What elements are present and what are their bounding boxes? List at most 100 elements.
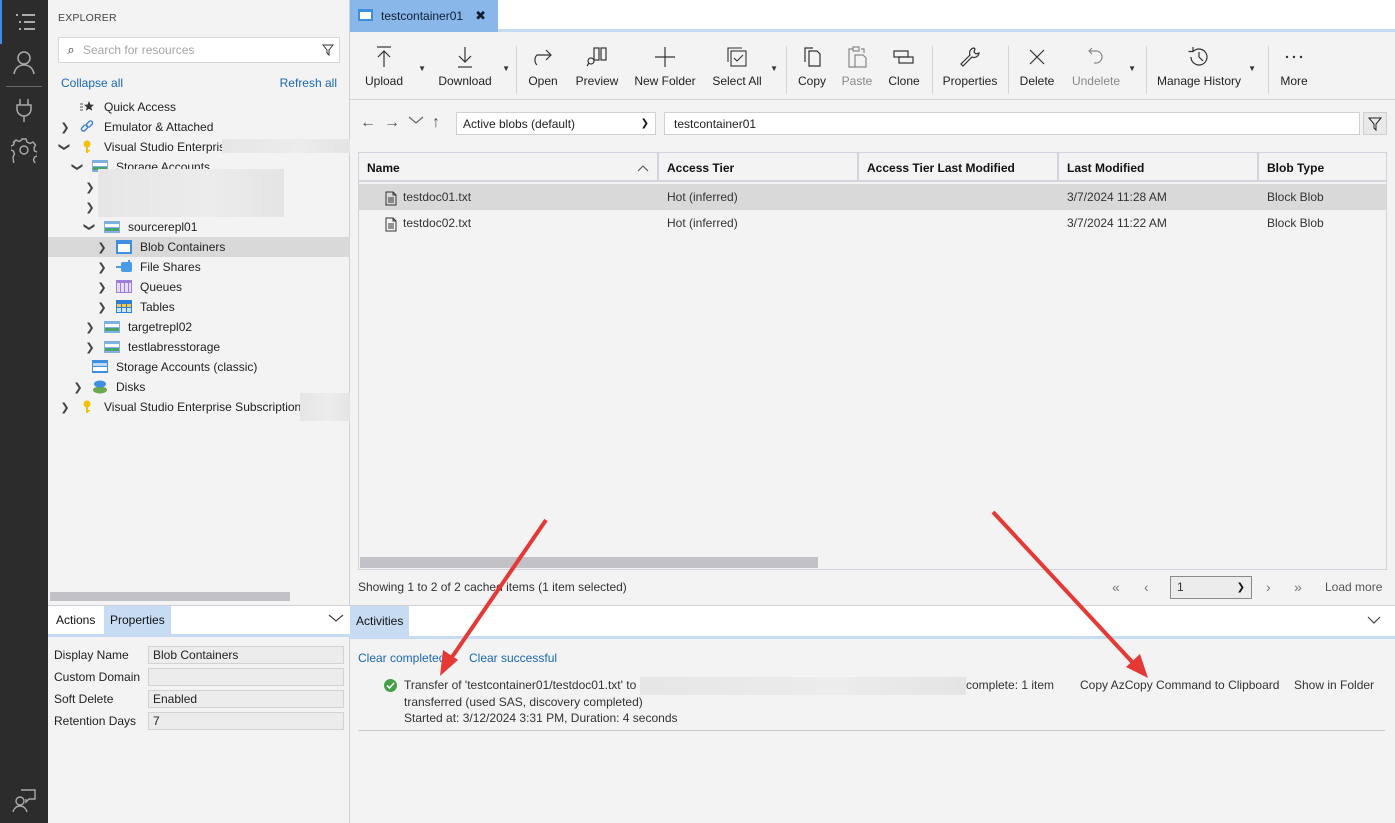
select-all-button[interactable]: Select All ▼ — [712, 44, 778, 96]
tab-testcontainer01[interactable]: testcontainer01 ✖ — [350, 0, 498, 32]
file-name: testdoc02.txt — [403, 216, 472, 230]
next-page-icon[interactable]: › — [1266, 579, 1271, 595]
clear-completed-link[interactable]: Clear completed — [358, 651, 445, 665]
property-value[interactable]: Enabled — [148, 690, 344, 708]
tree-label: targetrepl02 — [128, 320, 193, 334]
settings-button[interactable] — [0, 128, 48, 172]
paste-button[interactable]: Paste — [840, 44, 874, 96]
delete-button[interactable]: Delete — [1018, 44, 1056, 96]
previous-page-icon[interactable]: ‹ — [1144, 579, 1149, 595]
table-row[interactable]: testdoc02.txt Hot (inferred) 3/7/2024 11… — [359, 210, 1386, 236]
search-box[interactable]: ⌕ — [58, 37, 340, 63]
chevron-right-icon[interactable]: ❯ — [60, 122, 70, 134]
explorer-button[interactable] — [0, 0, 48, 44]
first-page-icon[interactable]: « — [1112, 579, 1120, 595]
properties-button[interactable]: Properties — [940, 44, 1000, 96]
preview-button[interactable]: Preview — [574, 44, 620, 96]
tree-item-subscription-2[interactable]: ❯ Visual Studio Enterprise Subscription — [48, 393, 350, 421]
tree-item-file-shares[interactable]: ❯ File Shares — [48, 257, 350, 277]
tree-item-targetrepl02[interactable]: ❯ targetrepl02 — [48, 317, 350, 337]
filter-button[interactable] — [1363, 112, 1387, 135]
tab-actions[interactable]: Actions — [50, 606, 101, 635]
column-header-blob-type[interactable]: Blob Type — [1259, 153, 1388, 182]
key-icon — [80, 140, 94, 154]
open-button[interactable]: Open — [526, 44, 560, 96]
column-header-name[interactable]: Name — [359, 153, 659, 182]
cell-tier-last-modified — [859, 184, 867, 210]
tab-activities[interactable]: Activities — [350, 606, 410, 637]
chevron-right-icon[interactable]: ❯ — [97, 282, 107, 294]
copy-azcopy-command-link[interactable]: Copy AzCopy Command to Clipboard — [1080, 678, 1279, 692]
column-header-last-modified[interactable]: Last Modified — [1059, 153, 1259, 182]
chevron-right-icon[interactable]: ❯ — [85, 182, 95, 194]
load-more-button[interactable]: Load more — [1325, 580, 1382, 594]
chevron-down-icon[interactable] — [328, 612, 344, 626]
page-select[interactable]: 1 ❯ — [1170, 576, 1252, 599]
dropdown-arrow-icon[interactable]: ▼ — [418, 64, 426, 73]
chevron-right-icon[interactable]: ❯ — [97, 302, 107, 314]
chevron-right-icon[interactable]: ❯ — [85, 342, 95, 354]
filter-icon[interactable] — [317, 44, 339, 56]
storage-account-icon — [104, 321, 120, 335]
show-in-folder-link[interactable]: Show in Folder — [1294, 678, 1374, 692]
upload-button[interactable]: Upload ▼ — [362, 44, 426, 96]
forward-arrow-icon[interactable]: → — [384, 114, 400, 132]
chevron-right-icon[interactable]: ❯ — [97, 242, 107, 254]
up-arrow-icon[interactable]: ↑ — [432, 114, 440, 132]
column-header-access-tier[interactable]: Access Tier — [659, 153, 859, 182]
dropdown-arrow-icon[interactable]: ▼ — [770, 64, 778, 73]
property-value[interactable]: Blob Containers — [148, 646, 344, 664]
property-value[interactable] — [148, 668, 344, 686]
tree-item-storage-accounts-classic[interactable]: Storage Accounts (classic) — [48, 357, 350, 377]
tree-item-queues[interactable]: ❯ Queues — [48, 277, 350, 297]
chevron-right-icon[interactable]: ❯ — [97, 262, 107, 274]
property-custom-domain: Custom Domain — [54, 667, 344, 687]
feedback-button[interactable] — [0, 778, 48, 822]
back-arrow-icon[interactable]: ← — [360, 114, 376, 132]
chevron-down-icon[interactable]: ❯ — [59, 142, 71, 152]
table-row[interactable]: testdoc01.txt Hot (inferred) 3/7/2024 11… — [359, 184, 1386, 210]
tree-item-testlabresstorage[interactable]: ❯ testlabresstorage — [48, 337, 350, 357]
account-button[interactable] — [0, 40, 48, 84]
chevron-right-icon[interactable]: ❯ — [85, 202, 95, 214]
tab-properties[interactable]: Properties — [104, 606, 171, 635]
column-header-access-tier-last-modified[interactable]: Access Tier Last Modified — [859, 153, 1059, 182]
chevron-down-icon[interactable] — [1367, 614, 1381, 628]
chevron-down-icon[interactable]: ❯ — [72, 162, 84, 172]
undelete-button[interactable]: Undelete ▼ — [1070, 44, 1136, 96]
tree-item-blob-containers[interactable]: ❯ Blob Containers — [48, 237, 350, 257]
search-input[interactable] — [83, 43, 317, 57]
success-check-icon — [384, 679, 397, 692]
dropdown-arrow-icon[interactable]: ▼ — [1128, 64, 1136, 73]
tree-item-emulator-attached[interactable]: ❯ Emulator & Attached — [48, 117, 350, 137]
tree-item-sourcerepl01[interactable]: ❯ sourcerepl01 — [48, 217, 350, 237]
tree-item-subscription[interactable]: ❯ Visual Studio Enterpris — [48, 137, 350, 157]
chevron-down-icon[interactable]: ❯ — [84, 222, 96, 232]
chevron-right-icon[interactable]: ❯ — [85, 322, 95, 334]
last-page-icon[interactable]: » — [1294, 579, 1302, 595]
tree-item-quick-access[interactable]: Quick Access — [48, 97, 350, 117]
collapse-all-link[interactable]: Collapse all — [61, 76, 123, 90]
grid-horizontal-scrollbar[interactable] — [360, 557, 818, 568]
clear-successful-link[interactable]: Clear successful — [469, 651, 557, 665]
new-folder-button[interactable]: New Folder — [634, 44, 696, 96]
tree-item-tables[interactable]: ❯ Tables — [48, 297, 350, 317]
manage-history-button[interactable]: Manage History ▼ — [1156, 44, 1256, 96]
download-button[interactable]: Download ▼ — [436, 44, 510, 96]
chevron-right-icon[interactable]: ❯ — [73, 382, 83, 394]
blob-view-select[interactable]: Active blobs (default) ❯ — [456, 112, 656, 135]
connect-button[interactable] — [0, 88, 48, 132]
copy-button[interactable]: Copy — [796, 44, 828, 96]
property-value[interactable]: 7 — [148, 712, 344, 730]
dropdown-arrow-icon[interactable]: ▼ — [502, 64, 510, 73]
close-icon[interactable]: ✖ — [475, 8, 486, 24]
tree-horizontal-scrollbar[interactable] — [50, 592, 290, 601]
clone-button[interactable]: Clone — [886, 44, 922, 96]
dropdown-arrow-icon[interactable]: ▼ — [1248, 64, 1256, 73]
refresh-all-link[interactable]: Refresh all — [280, 76, 337, 90]
chevron-down-icon[interactable] — [408, 112, 424, 133]
tree-item-redacted[interactable]: ❯ — [48, 169, 350, 217]
chevron-right-icon[interactable]: ❯ — [60, 402, 70, 414]
path-input[interactable]: testcontainer01 — [664, 112, 1360, 135]
more-button[interactable]: More — [1278, 44, 1310, 96]
